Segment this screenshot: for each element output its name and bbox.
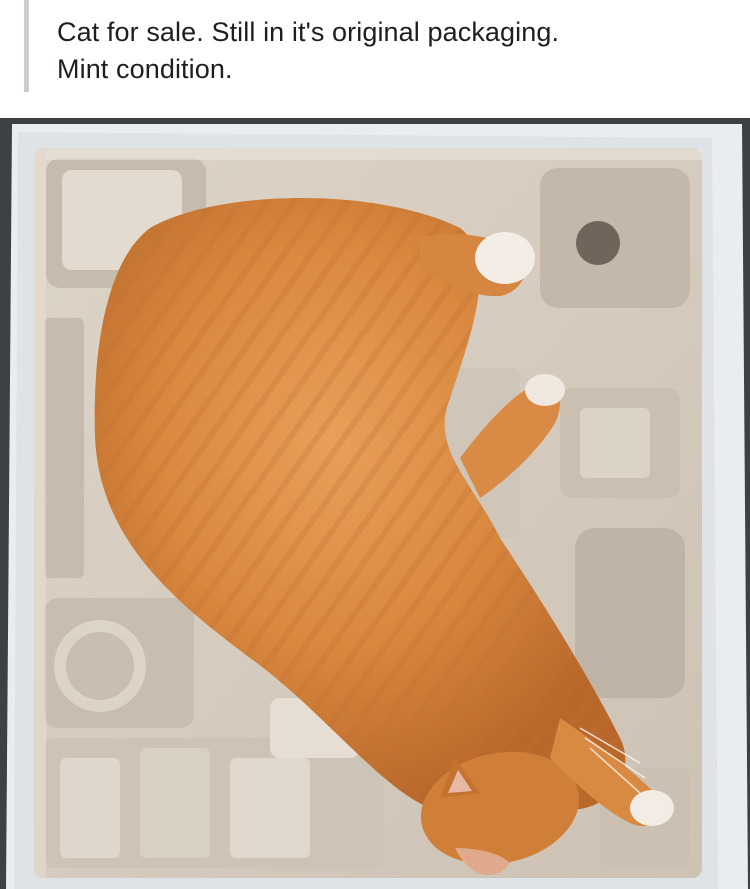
caption-text: Cat for sale. Still in it's original pac… (57, 14, 559, 88)
caption-line-1: Cat for sale. Still in it's original pac… (57, 17, 560, 47)
caption-line-2: Mint condition. (57, 54, 233, 84)
white-paw-lower (630, 790, 674, 826)
post-caption: Cat for sale. Still in it's original pac… (0, 0, 750, 118)
cat-in-box-photo (0, 118, 750, 889)
quote-bar (24, 0, 29, 92)
white-paw-upper (475, 232, 535, 284)
white-paw-middle (525, 374, 565, 406)
